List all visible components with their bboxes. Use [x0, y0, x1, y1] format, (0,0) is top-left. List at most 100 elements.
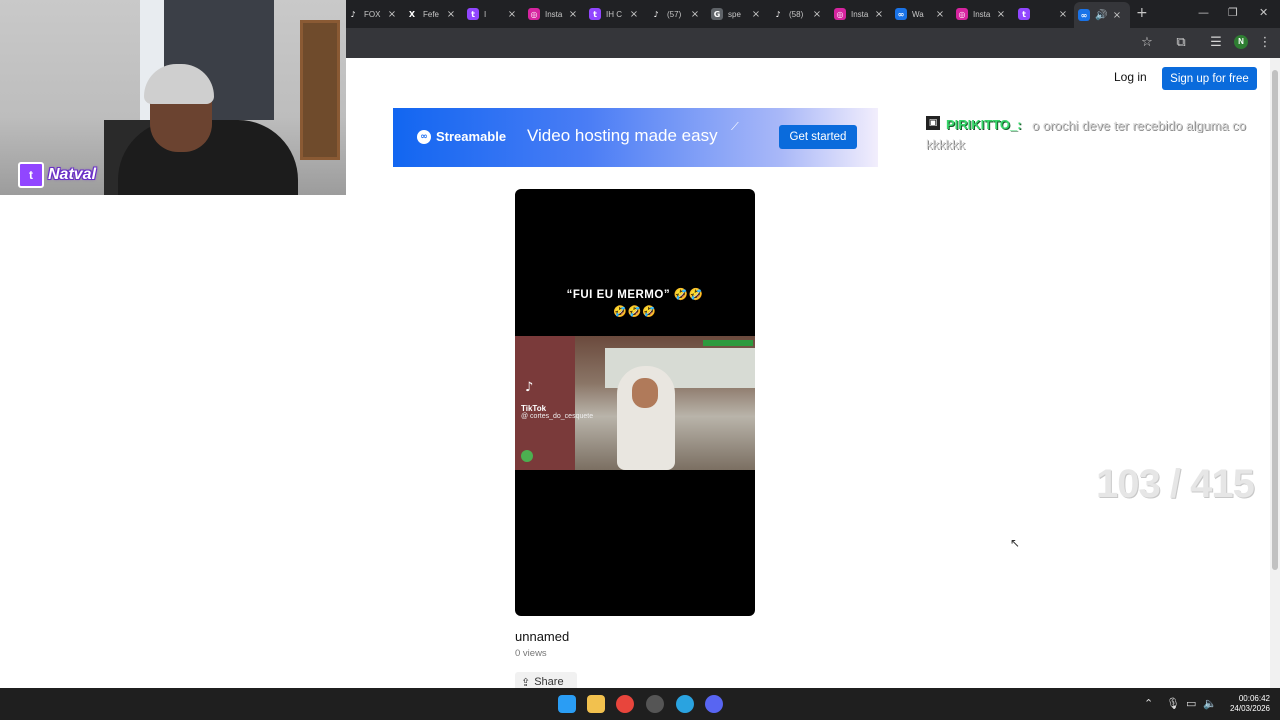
close-tab-icon[interactable]: × [874, 9, 884, 20]
extensions-icon[interactable]: ⧉ [1172, 34, 1190, 52]
twitch-icon: t [467, 8, 479, 20]
get-started-button[interactable]: Get started [779, 125, 857, 149]
clock[interactable]: 00:06:42 24/03/2026 [1228, 694, 1270, 714]
close-tab-icon[interactable]: × [751, 9, 761, 20]
green-badge-icon [521, 450, 533, 462]
tab-title: spe [728, 9, 741, 19]
tab-7[interactable]: G spe × [707, 4, 765, 24]
tab-12[interactable]: t × [1014, 4, 1072, 24]
webcam-mirror [300, 20, 340, 160]
video-caption: “FUI EU MERMO” 🤣🤣 [566, 289, 704, 301]
restore-icon[interactable]: ❐ [1228, 6, 1238, 19]
new-tab-button[interactable]: + [1136, 5, 1148, 21]
volume-icon[interactable]: 🔈 [1203, 697, 1217, 710]
close-tab-icon[interactable]: × [629, 9, 639, 20]
close-tab-icon[interactable]: × [1058, 9, 1068, 20]
frame-overlay-bar [703, 340, 753, 346]
discord-icon[interactable] [705, 695, 723, 713]
tiktok-username: @ cortes_do_cesquete [521, 413, 594, 420]
tab-title: Insta [973, 9, 991, 19]
close-tab-icon[interactable]: × [446, 9, 456, 20]
telegram-icon[interactable] [676, 695, 694, 713]
twitch-icon: t [18, 162, 44, 188]
banner-tagline: Video hosting made easy [527, 126, 718, 145]
tab-title: Wa [912, 9, 924, 19]
screen: { "browser": { "tabs": [ {"title": "FOX"… [0, 0, 1280, 720]
twitch-icon: t [589, 8, 601, 20]
close-tab-icon[interactable]: × [690, 9, 700, 20]
tab-3[interactable]: t I × [463, 4, 521, 24]
close-tab-icon[interactable]: × [387, 9, 397, 20]
tab-title: I [484, 9, 487, 19]
page-scrollbar[interactable] [1270, 58, 1280, 688]
menu-icon[interactable]: ⋮ [1256, 34, 1274, 52]
tab-5[interactable]: t IH C × [585, 4, 643, 24]
clock-time: 00:06:42 [1238, 694, 1270, 703]
close-window-icon[interactable]: ✕ [1259, 6, 1268, 19]
chat-message-continued: kkkkkk [926, 137, 965, 152]
close-tab-icon[interactable]: × [507, 9, 517, 20]
signup-button[interactable]: Sign up for free [1162, 67, 1257, 90]
bookmark-star-icon[interactable]: ☆ [1138, 34, 1156, 52]
instagram-icon: ◎ [956, 8, 968, 20]
tab-title: Fefe [423, 9, 440, 19]
promo-banner[interactable]: ∞ Streamable Video hosting made easy ⟋ G… [393, 108, 878, 167]
tiktok-icon: ♪ [772, 8, 784, 20]
tab-6[interactable]: ♪ (57) × [646, 4, 704, 24]
reading-list-icon[interactable]: ☰ [1207, 34, 1225, 52]
chat-badge-icon: ▣ [926, 116, 940, 130]
video-counter: 103 / 415 [1096, 462, 1255, 506]
instagram-icon: ◎ [834, 8, 846, 20]
streamable-icon: ∞ [895, 8, 907, 20]
tiktok-icon: ♪ [650, 8, 662, 20]
streamer-name: Natval [48, 166, 97, 183]
share-label: Share [534, 676, 564, 688]
tab-10[interactable]: ∞ Wa × [891, 4, 949, 24]
close-tab-icon[interactable]: × [935, 9, 945, 20]
close-tab-icon[interactable]: × [812, 9, 822, 20]
tab-1[interactable]: ♪ FOX × [343, 4, 401, 24]
tab-title: Insta [545, 9, 563, 19]
tab-title: Insta [851, 9, 869, 19]
tray-chevron-icon[interactable]: ⌃ [1144, 697, 1153, 710]
close-tab-icon[interactable]: × [1112, 10, 1122, 21]
chat-username: PIRIKITTO_: [946, 117, 1022, 132]
tiktok-icon: ♪ [525, 380, 534, 395]
microphone-icon[interactable]: 🎙 [1166, 697, 1180, 710]
tiktok-icon: ♪ [347, 8, 359, 20]
clock-date: 24/03/2026 [1229, 704, 1270, 713]
profile-avatar[interactable]: N [1234, 35, 1248, 49]
close-tab-icon[interactable]: × [996, 9, 1006, 20]
sparkle-icon: ⟋ [731, 120, 739, 133]
view-count: 0 views [515, 648, 547, 659]
tiktok-watermark: TikTok [521, 404, 547, 413]
streamable-icon: ∞ [1078, 9, 1090, 21]
speaker-icon[interactable]: 🔊 [1095, 10, 1107, 21]
minimize-icon[interactable]: — [1198, 6, 1209, 19]
file-explorer-icon[interactable] [587, 695, 605, 713]
chat-message: o orochi deve ter recebido alguma co [1032, 118, 1246, 133]
tab-11[interactable]: ◎ Insta × [952, 4, 1010, 24]
display-icon[interactable]: ▭ [1186, 697, 1196, 710]
login-link[interactable]: Log in [1114, 70, 1147, 86]
obs-icon[interactable] [646, 695, 664, 713]
tab-title: IH C [606, 9, 622, 19]
tab-title: FOX [364, 9, 381, 19]
tab-title: (58) [789, 9, 804, 19]
tab-4[interactable]: ◎ Insta × [524, 4, 582, 24]
scrollbar-thumb[interactable] [1272, 70, 1278, 570]
twitch-icon: t [1018, 8, 1030, 20]
tab-8[interactable]: ♪ (58) × [768, 4, 826, 24]
instagram-icon: ◎ [528, 8, 540, 20]
taskbar: ⌃ 🎙 ▭ 🔈 00:06:42 24/03/2026 [0, 688, 1280, 720]
close-tab-icon[interactable]: × [568, 9, 578, 20]
tab-active[interactable]: ∞ 🔊 × [1074, 2, 1130, 28]
tab-2[interactable]: X Fefe × [402, 4, 460, 24]
video-caption-emoji: 🤣🤣🤣 [612, 306, 658, 318]
mouse-cursor-icon: ↖ [1010, 536, 1021, 550]
windows-start-icon[interactable] [558, 695, 576, 713]
video-player[interactable]: “FUI EU MERMO” 🤣🤣 🤣🤣🤣 ♪ TikTok @ cortes_… [515, 189, 755, 616]
chrome-icon[interactable] [616, 695, 634, 713]
tab-title: (57) [667, 9, 682, 19]
tab-9[interactable]: ◎ Insta × [830, 4, 888, 24]
